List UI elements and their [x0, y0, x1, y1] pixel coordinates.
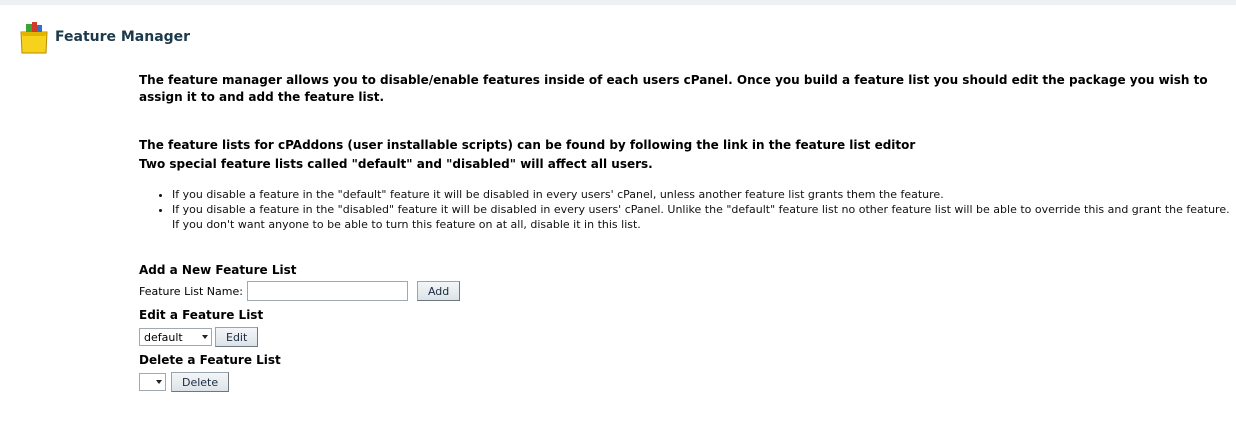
top-bar: [0, 0, 1236, 5]
delete-feature-list-select[interactable]: [139, 373, 166, 391]
bullet-list: If you disable a feature in the "default…: [139, 187, 1234, 232]
add-form-row: Feature List Name: Add: [139, 281, 461, 301]
list-item: If you disable a feature in the "disable…: [172, 202, 1234, 232]
feature-list-name-input[interactable]: [246, 281, 408, 301]
add-section-title: Add a New Feature List: [139, 263, 297, 277]
chevron-down-icon: [202, 335, 208, 339]
add-button[interactable]: Add: [416, 281, 461, 301]
special-lists-note: Two special feature lists called "defaul…: [139, 157, 653, 171]
delete-form-row: Delete: [139, 372, 460, 392]
chevron-down-icon: [156, 380, 162, 384]
main-content: The feature manager allows you to disabl…: [139, 72, 1234, 232]
intro-text: The feature manager allows you to disabl…: [139, 73, 1208, 104]
page-title: Feature Manager: [55, 29, 191, 45]
feature-list-name-label: Feature List Name:: [139, 284, 243, 298]
edit-section-title: Edit a Feature List: [139, 308, 264, 322]
cpaddons-note: The feature lists for cPAddons (user ins…: [139, 138, 916, 152]
notes: The feature lists for cPAddons (user ins…: [139, 136, 1234, 174]
feature-list-forms: Add a New Feature List Feature List Name…: [139, 262, 461, 392]
shopping-bag-icon: [18, 20, 50, 54]
list-item: If you disable a feature in the "default…: [172, 187, 1234, 202]
edit-form-row: default Edit: [139, 327, 460, 347]
page-header: Feature Manager: [18, 20, 190, 54]
delete-button[interactable]: Delete: [171, 372, 230, 392]
delete-section-title: Delete a Feature List: [139, 353, 281, 367]
edit-button[interactable]: Edit: [215, 327, 259, 347]
edit-feature-list-select[interactable]: default: [139, 328, 212, 346]
edit-select-value: default: [144, 330, 183, 344]
